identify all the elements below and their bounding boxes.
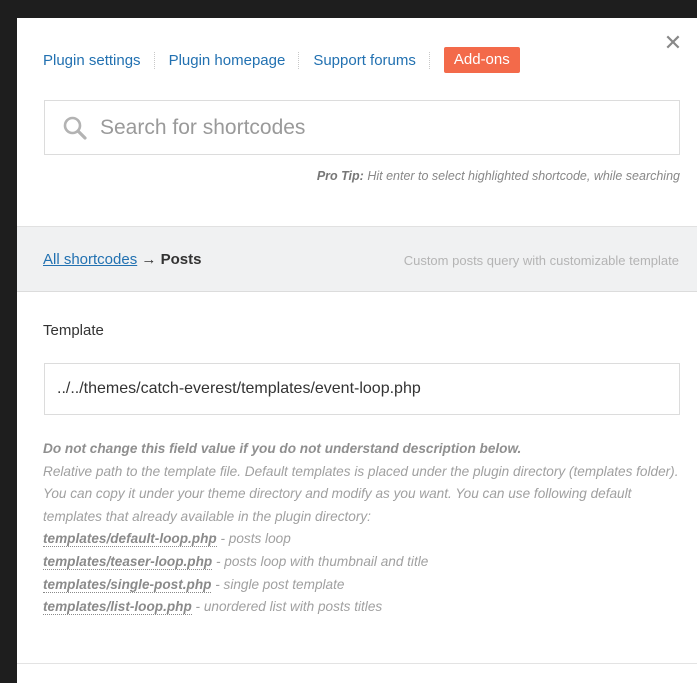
template-file: templates/list-loop.php <box>43 599 192 616</box>
template-item: templates/default-loop.php - posts loop <box>43 528 689 551</box>
template-item: templates/teaser-loop.php - posts loop w… <box>43 551 689 574</box>
nav-divider <box>153 51 156 69</box>
nav-divider <box>428 51 431 69</box>
breadcrumb-arrow: → <box>141 251 157 268</box>
template-note: - posts loop with thumbnail and title <box>212 553 429 569</box>
description-text: Relative path to the template file. Defa… <box>43 463 679 524</box>
divider <box>17 663 697 664</box>
search-icon <box>63 116 87 140</box>
template-file: templates/single-post.php <box>43 576 212 593</box>
template-input[interactable] <box>44 363 680 415</box>
template-note: - unordered list with posts titles <box>191 599 383 615</box>
template-description: Do not change this field value if you do… <box>43 438 689 619</box>
close-icon[interactable]: ✕ <box>662 32 684 54</box>
plugin-homepage-link[interactable]: Plugin homepage <box>169 52 286 69</box>
search-box[interactable] <box>44 100 680 155</box>
template-note: - single post template <box>211 576 345 592</box>
template-file: templates/teaser-loop.php <box>43 553 213 570</box>
pro-tip-label: Pro Tip: <box>316 169 364 183</box>
nav-divider <box>298 51 300 69</box>
top-nav: Plugin settings Plugin homepage Support … <box>43 47 520 73</box>
template-file: templates/default-loop.php <box>43 531 217 548</box>
all-shortcodes-link[interactable]: All shortcodes <box>43 251 137 268</box>
template-label: Template <box>43 322 104 339</box>
template-item: templates/single-post.php - single post … <box>43 574 689 597</box>
template-item: templates/list-loop.php - unordered list… <box>43 596 689 619</box>
breadcrumb: All shortcodes → Posts <box>43 251 201 268</box>
breadcrumb-current: Posts <box>160 251 202 268</box>
search-input[interactable] <box>98 114 662 141</box>
addons-button[interactable]: Add-ons <box>443 47 520 73</box>
template-note: - posts loop <box>216 531 291 547</box>
support-forums-link[interactable]: Support forums <box>313 52 416 69</box>
plugin-settings-link[interactable]: Plugin settings <box>43 52 141 69</box>
shortcode-modal: ✕ Plugin settings Plugin homepage Suppor… <box>17 18 697 683</box>
description-warning: Do not change this field value if you do… <box>43 441 522 456</box>
pro-tip: Pro Tip: Hit enter to select highlighted… <box>317 169 680 183</box>
breadcrumb-bar: All shortcodes → Posts Custom posts quer… <box>17 226 697 292</box>
shortcode-description: Custom posts query with customizable tem… <box>403 253 679 268</box>
pro-tip-text: Hit enter to select highlighted shortcod… <box>367 169 680 183</box>
